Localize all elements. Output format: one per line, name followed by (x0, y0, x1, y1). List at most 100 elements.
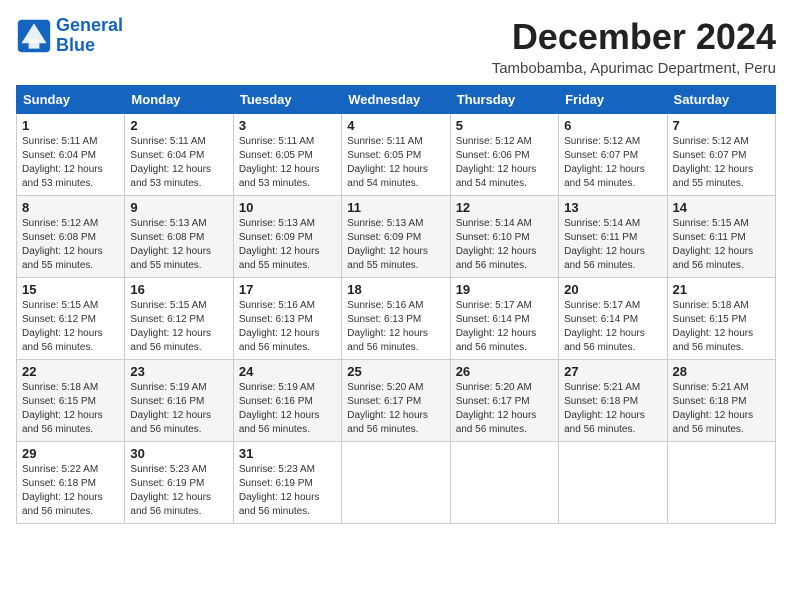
sunrise-label: Sunrise: 5:23 AM (239, 464, 315, 475)
calendar-cell (450, 442, 558, 524)
sunrise-label: Sunrise: 5:14 AM (564, 218, 640, 229)
daylight-label: Daylight: 12 hours and 56 minutes. (456, 410, 537, 435)
calendar-cell: 13 Sunrise: 5:14 AM Sunset: 6:11 PM Dayl… (559, 196, 667, 278)
daylight-label: Daylight: 12 hours and 55 minutes. (673, 164, 754, 189)
weekday-header-tuesday: Tuesday (233, 86, 341, 114)
sunset-label: Sunset: 6:05 PM (239, 150, 313, 161)
sunset-label: Sunset: 6:18 PM (564, 396, 638, 407)
calendar-cell (342, 442, 450, 524)
sunset-label: Sunset: 6:11 PM (673, 232, 746, 243)
sunrise-label: Sunrise: 5:12 AM (22, 218, 98, 229)
sunset-label: Sunset: 6:18 PM (22, 478, 96, 489)
day-number: 8 (22, 200, 119, 215)
daylight-label: Daylight: 12 hours and 56 minutes. (347, 328, 428, 353)
daylight-label: Daylight: 12 hours and 56 minutes. (564, 328, 645, 353)
day-info: Sunrise: 5:17 AM Sunset: 6:14 PM Dayligh… (564, 299, 661, 355)
calendar-cell: 22 Sunrise: 5:18 AM Sunset: 6:15 PM Dayl… (17, 360, 125, 442)
calendar-cell (559, 442, 667, 524)
logo: General Blue (16, 16, 123, 56)
sunrise-label: Sunrise: 5:14 AM (456, 218, 532, 229)
sunrise-label: Sunrise: 5:21 AM (673, 382, 749, 393)
day-number: 18 (347, 282, 444, 297)
day-info: Sunrise: 5:13 AM Sunset: 6:09 PM Dayligh… (239, 217, 336, 273)
calendar-cell: 31 Sunrise: 5:23 AM Sunset: 6:19 PM Dayl… (233, 442, 341, 524)
sunrise-label: Sunrise: 5:13 AM (130, 218, 206, 229)
day-info: Sunrise: 5:15 AM Sunset: 6:12 PM Dayligh… (130, 299, 227, 355)
day-number: 4 (347, 118, 444, 133)
day-info: Sunrise: 5:16 AM Sunset: 6:13 PM Dayligh… (239, 299, 336, 355)
sunrise-label: Sunrise: 5:22 AM (22, 464, 98, 475)
day-number: 30 (130, 446, 227, 461)
sunset-label: Sunset: 6:16 PM (130, 396, 204, 407)
sunrise-label: Sunrise: 5:15 AM (22, 300, 98, 311)
sunrise-label: Sunrise: 5:13 AM (347, 218, 423, 229)
day-info: Sunrise: 5:12 AM Sunset: 6:07 PM Dayligh… (673, 135, 770, 191)
daylight-label: Daylight: 12 hours and 56 minutes. (130, 410, 211, 435)
calendar-cell: 1 Sunrise: 5:11 AM Sunset: 6:04 PM Dayli… (17, 114, 125, 196)
sunset-label: Sunset: 6:15 PM (22, 396, 96, 407)
sunset-label: Sunset: 6:12 PM (22, 314, 96, 325)
daylight-label: Daylight: 12 hours and 53 minutes. (239, 164, 320, 189)
day-info: Sunrise: 5:17 AM Sunset: 6:14 PM Dayligh… (456, 299, 553, 355)
daylight-label: Daylight: 12 hours and 54 minutes. (347, 164, 428, 189)
sunrise-label: Sunrise: 5:11 AM (347, 136, 422, 147)
day-info: Sunrise: 5:15 AM Sunset: 6:12 PM Dayligh… (22, 299, 119, 355)
day-info: Sunrise: 5:21 AM Sunset: 6:18 PM Dayligh… (564, 381, 661, 437)
daylight-label: Daylight: 12 hours and 56 minutes. (130, 328, 211, 353)
sunrise-label: Sunrise: 5:16 AM (347, 300, 423, 311)
calendar-cell: 29 Sunrise: 5:22 AM Sunset: 6:18 PM Dayl… (17, 442, 125, 524)
sunset-label: Sunset: 6:14 PM (456, 314, 530, 325)
day-number: 7 (673, 118, 770, 133)
day-info: Sunrise: 5:20 AM Sunset: 6:17 PM Dayligh… (347, 381, 444, 437)
calendar-cell: 10 Sunrise: 5:13 AM Sunset: 6:09 PM Dayl… (233, 196, 341, 278)
calendar-week-row: 1 Sunrise: 5:11 AM Sunset: 6:04 PM Dayli… (17, 114, 776, 196)
sunset-label: Sunset: 6:09 PM (239, 232, 313, 243)
calendar-cell: 18 Sunrise: 5:16 AM Sunset: 6:13 PM Dayl… (342, 278, 450, 360)
page-header: General Blue December 2024 Tambobamba, A… (16, 16, 776, 77)
calendar-cell: 16 Sunrise: 5:15 AM Sunset: 6:12 PM Dayl… (125, 278, 233, 360)
calendar-cell: 24 Sunrise: 5:19 AM Sunset: 6:16 PM Dayl… (233, 360, 341, 442)
calendar-cell: 7 Sunrise: 5:12 AM Sunset: 6:07 PM Dayli… (667, 114, 775, 196)
sunset-label: Sunset: 6:14 PM (564, 314, 638, 325)
day-info: Sunrise: 5:11 AM Sunset: 6:05 PM Dayligh… (239, 135, 336, 191)
daylight-label: Daylight: 12 hours and 56 minutes. (130, 492, 211, 517)
calendar-cell: 15 Sunrise: 5:15 AM Sunset: 6:12 PM Dayl… (17, 278, 125, 360)
calendar-cell: 4 Sunrise: 5:11 AM Sunset: 6:05 PM Dayli… (342, 114, 450, 196)
day-info: Sunrise: 5:14 AM Sunset: 6:11 PM Dayligh… (564, 217, 661, 273)
sunset-label: Sunset: 6:04 PM (22, 150, 96, 161)
daylight-label: Daylight: 12 hours and 55 minutes. (239, 246, 320, 271)
sunrise-label: Sunrise: 5:11 AM (130, 136, 205, 147)
calendar-cell: 20 Sunrise: 5:17 AM Sunset: 6:14 PM Dayl… (559, 278, 667, 360)
day-info: Sunrise: 5:14 AM Sunset: 6:10 PM Dayligh… (456, 217, 553, 273)
day-number: 26 (456, 364, 553, 379)
day-info: Sunrise: 5:11 AM Sunset: 6:04 PM Dayligh… (22, 135, 119, 191)
sunset-label: Sunset: 6:09 PM (347, 232, 421, 243)
calendar-cell: 26 Sunrise: 5:20 AM Sunset: 6:17 PM Dayl… (450, 360, 558, 442)
title-block: December 2024 Tambobamba, Apurimac Depar… (492, 16, 776, 77)
calendar-header-row: SundayMondayTuesdayWednesdayThursdayFrid… (17, 86, 776, 114)
calendar-week-row: 29 Sunrise: 5:22 AM Sunset: 6:18 PM Dayl… (17, 442, 776, 524)
daylight-label: Daylight: 12 hours and 55 minutes. (22, 246, 103, 271)
day-info: Sunrise: 5:15 AM Sunset: 6:11 PM Dayligh… (673, 217, 770, 273)
calendar-cell: 25 Sunrise: 5:20 AM Sunset: 6:17 PM Dayl… (342, 360, 450, 442)
day-info: Sunrise: 5:23 AM Sunset: 6:19 PM Dayligh… (130, 463, 227, 519)
daylight-label: Daylight: 12 hours and 56 minutes. (239, 410, 320, 435)
sunset-label: Sunset: 6:10 PM (456, 232, 530, 243)
day-number: 13 (564, 200, 661, 215)
day-number: 24 (239, 364, 336, 379)
day-number: 1 (22, 118, 119, 133)
daylight-label: Daylight: 12 hours and 53 minutes. (130, 164, 211, 189)
day-number: 14 (673, 200, 770, 215)
day-number: 19 (456, 282, 553, 297)
sunset-label: Sunset: 6:12 PM (130, 314, 204, 325)
page-title: December 2024 (492, 16, 776, 58)
day-info: Sunrise: 5:13 AM Sunset: 6:09 PM Dayligh… (347, 217, 444, 273)
sunrise-label: Sunrise: 5:20 AM (347, 382, 423, 393)
sunrise-label: Sunrise: 5:12 AM (456, 136, 532, 147)
sunrise-label: Sunrise: 5:20 AM (456, 382, 532, 393)
day-number: 27 (564, 364, 661, 379)
day-info: Sunrise: 5:20 AM Sunset: 6:17 PM Dayligh… (456, 381, 553, 437)
sunset-label: Sunset: 6:19 PM (239, 478, 313, 489)
calendar-week-row: 22 Sunrise: 5:18 AM Sunset: 6:15 PM Dayl… (17, 360, 776, 442)
calendar-cell: 27 Sunrise: 5:21 AM Sunset: 6:18 PM Dayl… (559, 360, 667, 442)
